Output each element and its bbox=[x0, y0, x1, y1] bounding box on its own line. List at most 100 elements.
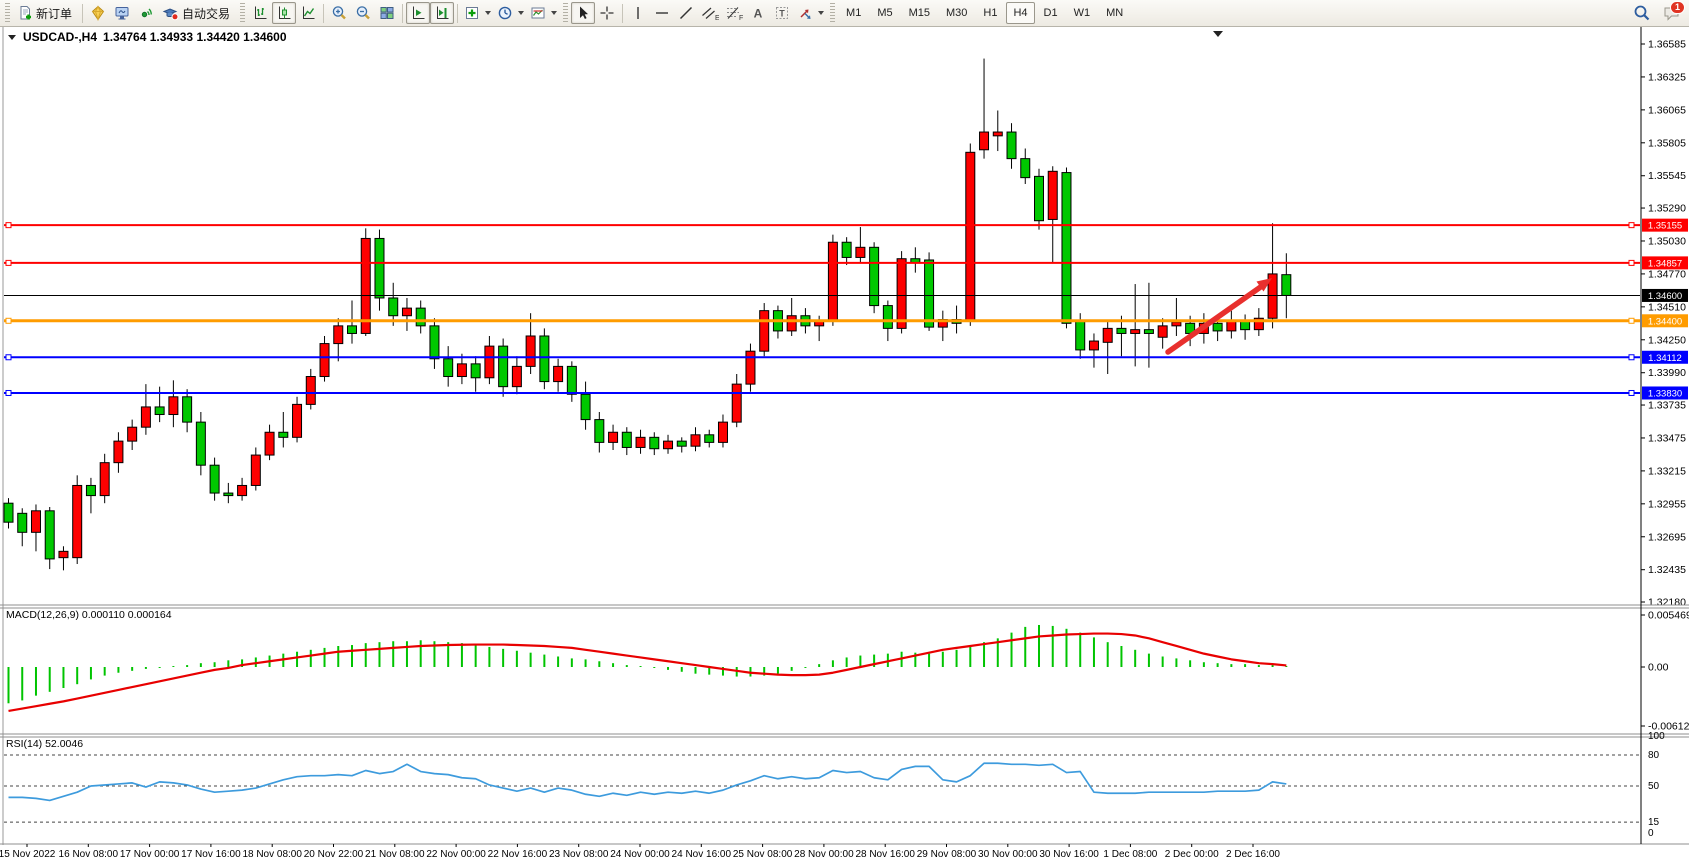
time-axis-label: 29 Nov 08:00 bbox=[917, 849, 977, 860]
text-label-button[interactable]: T bbox=[770, 2, 794, 24]
arrow-objects-button[interactable] bbox=[794, 2, 827, 24]
candle-body bbox=[883, 306, 892, 329]
toolbar-grip[interactable] bbox=[5, 3, 10, 23]
timeframe-M15[interactable]: M15 bbox=[902, 2, 937, 24]
horizontal-line-button[interactable] bbox=[650, 2, 674, 24]
cursor-button[interactable] bbox=[571, 2, 595, 24]
candle-body bbox=[787, 316, 796, 331]
auto-trading-button[interactable]: 自动交易 bbox=[158, 2, 237, 24]
candle-body bbox=[718, 422, 727, 442]
toolbar-separator bbox=[457, 4, 458, 23]
chart-menu-triangle-icon[interactable] bbox=[8, 34, 17, 41]
candle-body bbox=[31, 511, 40, 533]
candle-body bbox=[334, 326, 343, 344]
hline-anchor bbox=[6, 260, 11, 265]
price-badge-label: 1.35155 bbox=[1648, 221, 1682, 232]
time-axis-label: 15 Nov 2022 bbox=[0, 849, 56, 860]
candle-body bbox=[4, 503, 13, 522]
trendline-button[interactable] bbox=[674, 2, 698, 24]
candle-body bbox=[430, 326, 439, 359]
fibonacci-icon: F bbox=[725, 5, 743, 21]
zoom-out-button[interactable] bbox=[351, 2, 375, 24]
chart-background bbox=[3, 27, 1689, 863]
gem-icon bbox=[90, 5, 106, 21]
crosshair-button[interactable] bbox=[595, 2, 619, 24]
macd-indicator-label: MACD(12,26,9) 0.000110 0.000164 bbox=[6, 609, 172, 621]
candle-body bbox=[114, 441, 123, 463]
price-badge-label: 1.34857 bbox=[1648, 258, 1682, 269]
timeframe-bar: M1M5M15M30H1H4D1W1MN bbox=[838, 2, 1131, 24]
auto-scroll-button[interactable] bbox=[406, 2, 430, 24]
chart-shift-button[interactable] bbox=[430, 2, 454, 24]
zoom-in-button[interactable] bbox=[327, 2, 351, 24]
candle-body bbox=[554, 366, 563, 381]
tile-windows-icon bbox=[379, 5, 395, 21]
dropdown-caret bbox=[551, 11, 557, 15]
templates-button[interactable] bbox=[527, 2, 560, 24]
time-axis-label: 2 Dec 00:00 bbox=[1165, 849, 1219, 860]
candle-body bbox=[416, 308, 425, 326]
timeframe-MN[interactable]: MN bbox=[1099, 2, 1130, 24]
chart-shift-icon bbox=[434, 5, 450, 21]
candlestick-chart-button[interactable] bbox=[272, 2, 296, 24]
candle-body bbox=[1089, 341, 1098, 350]
notifications-button[interactable]: 1 bbox=[1661, 2, 1683, 24]
candle-body bbox=[238, 485, 247, 495]
toolbar-grip[interactable] bbox=[563, 3, 568, 23]
text-button[interactable]: A bbox=[746, 2, 770, 24]
periods-button[interactable] bbox=[494, 2, 527, 24]
price-tick-label: 1.35290 bbox=[1648, 203, 1686, 215]
rsi-scale-label: 100 bbox=[1648, 731, 1665, 742]
toolbar-grip[interactable] bbox=[240, 3, 245, 23]
chart-window[interactable]: 1.365851.363251.360651.358051.355451.352… bbox=[0, 27, 1689, 863]
candle-body bbox=[485, 346, 494, 378]
chart-canvas[interactable]: 1.365851.363251.360651.358051.355451.352… bbox=[0, 27, 1689, 863]
rsi-scale-label: 0 bbox=[1648, 828, 1654, 839]
metaeditor-button[interactable] bbox=[86, 2, 110, 24]
alerts-button[interactable] bbox=[134, 2, 158, 24]
line-chart-button[interactable] bbox=[296, 2, 320, 24]
timeframe-H1[interactable]: H1 bbox=[976, 2, 1004, 24]
candle-body bbox=[1035, 176, 1044, 220]
timeframe-W1[interactable]: W1 bbox=[1067, 2, 1098, 24]
price-tick-label: 1.34510 bbox=[1648, 301, 1686, 313]
price-badge-label: 1.34600 bbox=[1648, 291, 1682, 302]
rsi-scale-label: 15 bbox=[1648, 817, 1660, 828]
vertical-line-button[interactable] bbox=[626, 2, 650, 24]
market-watch-button[interactable] bbox=[110, 2, 134, 24]
price-tick-label: 1.34770 bbox=[1648, 268, 1686, 280]
time-axis-label: 22 Nov 00:00 bbox=[426, 849, 486, 860]
price-tick-label: 1.32695 bbox=[1648, 531, 1686, 543]
candle-body bbox=[595, 420, 604, 443]
candle-body bbox=[1103, 328, 1112, 342]
search-button[interactable] bbox=[1631, 2, 1653, 24]
fibonacci-button[interactable]: F bbox=[722, 2, 746, 24]
candle-body bbox=[128, 427, 137, 441]
line-chart-icon bbox=[300, 5, 316, 21]
new-order-label: 新订单 bbox=[36, 5, 72, 22]
bar-chart-button[interactable] bbox=[248, 2, 272, 24]
candle-body bbox=[925, 260, 934, 327]
timeframe-H4[interactable]: H4 bbox=[1006, 2, 1034, 24]
toolbar-grip[interactable] bbox=[830, 3, 835, 23]
notification-badge: 1 bbox=[1670, 1, 1685, 14]
timeframe-M30[interactable]: M30 bbox=[939, 2, 974, 24]
toolbar-separator bbox=[82, 4, 83, 23]
tile-windows-button[interactable] bbox=[375, 2, 399, 24]
timeframe-M1[interactable]: M1 bbox=[839, 2, 868, 24]
equidistant-channel-button[interactable]: E bbox=[698, 2, 722, 24]
timeframe-M5[interactable]: M5 bbox=[870, 2, 899, 24]
candle-body bbox=[59, 551, 68, 557]
price-badge-label: 1.33830 bbox=[1648, 388, 1682, 399]
symbol-period-label: USDCAD-,H4 bbox=[23, 30, 97, 44]
indicators-button[interactable] bbox=[461, 2, 494, 24]
dropdown-caret bbox=[518, 11, 524, 15]
hline-anchor bbox=[6, 390, 11, 395]
new-order-button[interactable]: 新订单 bbox=[13, 2, 79, 24]
timeframe-D1[interactable]: D1 bbox=[1037, 2, 1065, 24]
candle-body bbox=[760, 311, 769, 352]
price-tick-label: 1.32180 bbox=[1648, 597, 1686, 609]
candle-body bbox=[361, 238, 370, 333]
hline-anchor bbox=[1629, 260, 1634, 265]
price-tick-label: 1.35545 bbox=[1648, 170, 1686, 182]
